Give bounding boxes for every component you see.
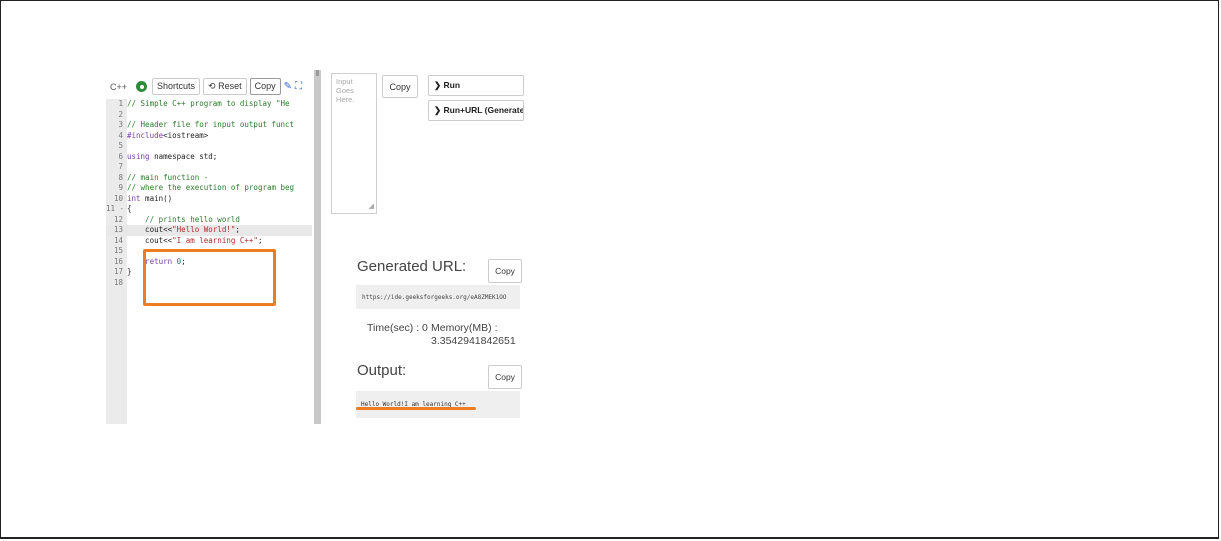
code-token: ; <box>235 225 240 234</box>
code-line[interactable]: 9 // where the execution of program beg <box>106 183 312 194</box>
line-number: 14 <box>113 235 123 245</box>
code-line[interactable]: 2 <box>106 110 312 121</box>
code-line[interactable]: 7 <box>106 162 312 173</box>
code-text: #include<iostream> <box>127 131 208 142</box>
code-text: cout<<"Hello World!"; <box>127 225 240 236</box>
code-line[interactable]: 3 // Header file for input output funct <box>106 120 312 131</box>
line-number: 18 <box>113 277 123 287</box>
splitter-handle[interactable] <box>316 70 319 76</box>
line-number: 10 <box>113 193 123 203</box>
code-line[interactable]: 4 #include<iostream> <box>106 131 312 142</box>
code-line[interactable]: 13 cout<<"Hello World!"; <box>106 225 312 236</box>
code-text: cout<<"I am learning C++"; <box>127 236 262 247</box>
code-token: namespace std; <box>149 151 218 161</box>
code-line[interactable]: 14 cout<<"I am learning C++"; <box>106 236 312 247</box>
code-token: int <box>127 193 141 203</box>
copy-input-button[interactable]: Copy <box>382 75 418 98</box>
copy-url-button[interactable]: Copy <box>488 259 522 283</box>
code-text: // where the execution of program beg <box>127 183 294 194</box>
code-token: // Header file for input output funct <box>127 120 295 129</box>
output-underline <box>356 407 476 410</box>
code-line[interactable]: 12 // prints hello world <box>106 215 312 226</box>
line-number: 5 <box>118 141 123 150</box>
shortcuts-button[interactable]: Shortcuts <box>152 78 201 95</box>
run-circle-icon[interactable] <box>136 81 148 92</box>
code-token: } <box>127 267 132 276</box>
code-token: cout<< <box>127 235 173 245</box>
code-text: int main() <box>127 194 172 205</box>
highlight-box <box>143 249 276 306</box>
code-token: // prints hello world <box>127 214 240 224</box>
output-value: Hello World!I am learning C++ <box>356 391 520 418</box>
stdin-input[interactable]: Input Goes Here. ◢ <box>331 73 377 214</box>
time-metric: Time(sec) : 0 <box>367 322 428 334</box>
copy-code-button[interactable]: Copy <box>249 78 281 95</box>
resize-grip-icon[interactable]: ◢ <box>369 202 374 211</box>
code-line[interactable]: 8 // main function - <box>106 173 312 184</box>
code-token: cout<< <box>127 225 173 234</box>
code-token: main() <box>140 193 173 203</box>
language-select[interactable]: C++ <box>106 82 131 92</box>
line-number: 15 <box>113 246 123 255</box>
line-number: 3 <box>118 120 123 129</box>
code-text: { <box>127 204 132 215</box>
fullscreen-icon[interactable]: ⛶ <box>295 81 302 92</box>
generated-url-value[interactable]: https://ide.geeksforgeeks.org/eA8ZMEK1OO <box>356 285 520 309</box>
code-text: // main function - <box>127 173 208 184</box>
copy-output-button[interactable]: Copy <box>488 365 522 389</box>
code-line[interactable]: 10 int main() <box>106 194 312 205</box>
code-token: { <box>127 204 132 213</box>
code-token: "Hello World!" <box>172 225 236 234</box>
reset-icon: ⟲ <box>208 81 216 91</box>
line-number: 6 <box>118 151 123 161</box>
memory-value: 3.3542941842651 <box>431 335 516 347</box>
code-token: "I am learning C++" <box>172 235 258 245</box>
run-button[interactable]: ❯ Run <box>428 75 524 96</box>
code-line[interactable]: 1 // Simple C++ program to display "He <box>106 99 312 110</box>
code-text: } <box>127 267 132 278</box>
code-line[interactable]: 6 using namespace std; <box>106 152 312 163</box>
line-number: 4 <box>118 130 123 140</box>
line-number: 8 <box>118 172 123 182</box>
code-token: ; <box>257 235 263 245</box>
line-number: 13 <box>113 225 123 234</box>
line-number: 1 <box>118 99 123 108</box>
edit-icon[interactable]: ✎ <box>284 81 292 92</box>
code-text: // Simple C++ program to display "He <box>127 99 290 110</box>
code-text: // prints hello world <box>127 215 240 226</box>
code-text: // Header file for input output funct <box>127 120 294 131</box>
memory-label: Memory(MB) : <box>431 322 498 334</box>
editor-toolbar: C++ Shortcuts ⟲ Reset Copy ✎ ⛶ <box>106 74 312 99</box>
code-token: // where the execution of program beg <box>127 183 295 192</box>
line-number: 16 <box>113 256 123 266</box>
code-token: <iostream> <box>163 130 209 140</box>
line-number: 17 <box>113 267 123 276</box>
code-token: // main function - <box>127 172 209 182</box>
code-text: using namespace std; <box>127 152 217 163</box>
line-number: 12 <box>113 214 123 224</box>
code-line[interactable]: 5 <box>106 141 312 152</box>
code-line[interactable]: 11 -{ <box>106 204 312 215</box>
reset-button[interactable]: ⟲ Reset <box>203 78 247 95</box>
generated-url-title: Generated URL: <box>357 258 467 275</box>
line-number: 7 <box>118 162 123 171</box>
line-number: 2 <box>118 109 123 119</box>
line-number: 11 - <box>106 204 125 213</box>
line-number: 9 <box>118 183 123 192</box>
code-token: // Simple C++ program to display "He <box>127 99 290 108</box>
code-token: #include <box>127 130 164 140</box>
panel-splitter[interactable] <box>314 70 321 424</box>
run-url-button[interactable]: ❯ Run+URL (Generates U <box>428 100 524 121</box>
reset-label: Reset <box>218 81 242 91</box>
stdin-placeholder: Input Goes Here. <box>336 77 355 104</box>
code-token: using <box>127 151 150 161</box>
output-title: Output: <box>357 362 407 379</box>
